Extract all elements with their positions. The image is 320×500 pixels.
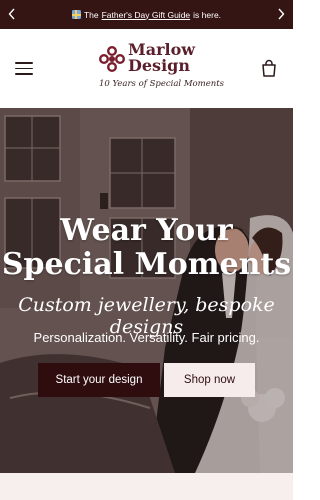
flower-logo-icon <box>99 46 125 72</box>
chevron-right-icon <box>278 8 285 20</box>
announcement-message: The Father's Day Gift Guide is here. <box>71 9 222 20</box>
hero-subtext: Personalization. Versatility. Fair prici… <box>33 330 260 345</box>
logo-wordmark: Marlow Design <box>128 42 195 74</box>
gift-guide-link[interactable]: Father's Day Gift Guide <box>102 10 191 20</box>
headline-line-2: Special Moments <box>1 247 292 282</box>
gift-icon <box>71 10 81 19</box>
previous-announcement-button[interactable] <box>5 7 19 21</box>
announcement-suffix: is here. <box>193 9 222 20</box>
menu-icon-bar <box>15 73 33 75</box>
hero-headline: Wear Your Special Moments <box>0 214 293 282</box>
announcement-bar: The Father's Day Gift Guide is here. <box>0 0 293 29</box>
announcement-prefix: The <box>83 9 99 20</box>
menu-icon-bar <box>15 67 33 70</box>
site-logo[interactable]: Marlow Design 10 Years of Special Moment… <box>97 42 224 98</box>
menu-icon <box>15 62 33 64</box>
site-header: Marlow Design 10 Years of Special Moment… <box>0 29 293 108</box>
cart-button[interactable] <box>261 59 277 77</box>
hero-banner: Wear Your Special Moments Custom jewelle… <box>0 108 293 473</box>
shop-now-button[interactable]: Shop now <box>164 363 255 397</box>
menu-button[interactable] <box>15 62 33 75</box>
logo-line-2: Design <box>128 56 190 75</box>
start-your-design-button[interactable]: Start your design <box>38 363 160 397</box>
chevron-left-icon <box>8 8 15 20</box>
shopping-bag-icon <box>262 59 276 77</box>
hero-overlay <box>0 108 293 473</box>
next-section-strip <box>0 473 293 500</box>
headline-line-1: Wear Your <box>60 213 233 248</box>
next-announcement-button[interactable] <box>274 7 288 21</box>
logo-tagline: 10 Years of Special Moments <box>99 79 225 89</box>
